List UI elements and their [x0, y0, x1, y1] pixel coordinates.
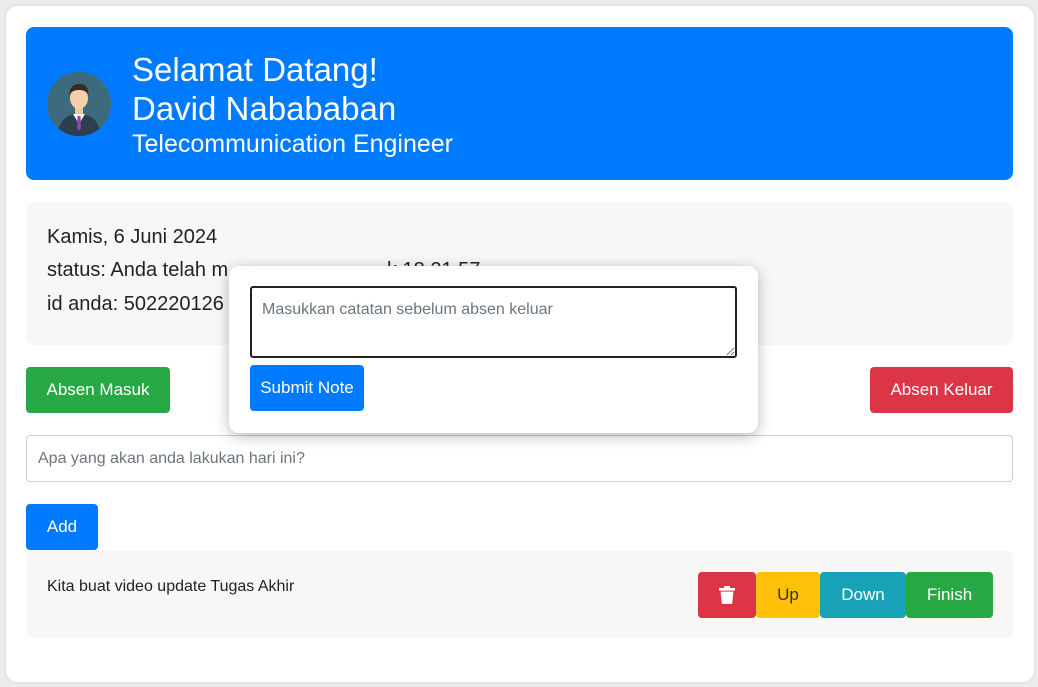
welcome-heading: Selamat Datang! [132, 51, 378, 88]
move-down-button[interactable]: Down [820, 572, 906, 618]
check-in-button[interactable]: Absen Masuk [26, 367, 170, 413]
attendance-status-text: status: Anda telah m [47, 259, 229, 281]
attendance-status: status: Anda telah m k 18.21.57 [47, 258, 480, 282]
delete-task-button[interactable] [698, 572, 756, 618]
task-item: Kita buat video update Tugas Akhir Up Do… [26, 551, 1013, 638]
profile-header: Selamat Datang! David Nabababan Telecomm… [26, 27, 1013, 180]
task-text: Kita buat video update Tugas Akhir [47, 578, 295, 595]
current-date: Kamis, 6 Juni 2024 [47, 226, 218, 248]
avatar [47, 72, 111, 136]
add-task-button[interactable]: Add [26, 504, 98, 550]
finish-task-button[interactable]: Finish [906, 572, 993, 618]
task-input[interactable] [26, 435, 1013, 482]
trash-icon [719, 586, 735, 604]
submit-note-button[interactable]: Submit Note [250, 365, 364, 411]
user-avatar-icon [47, 72, 111, 136]
checkout-note-textarea[interactable] [250, 286, 737, 358]
move-up-button[interactable]: Up [756, 572, 820, 618]
check-out-button[interactable]: Absen Keluar [870, 367, 1013, 413]
user-role: Telecommunication Engineer [132, 130, 454, 158]
user-name: David Nabababan [132, 90, 397, 127]
user-id: id anda: 502220126 [47, 293, 224, 315]
checkout-note-modal: Submit Note [229, 266, 758, 433]
